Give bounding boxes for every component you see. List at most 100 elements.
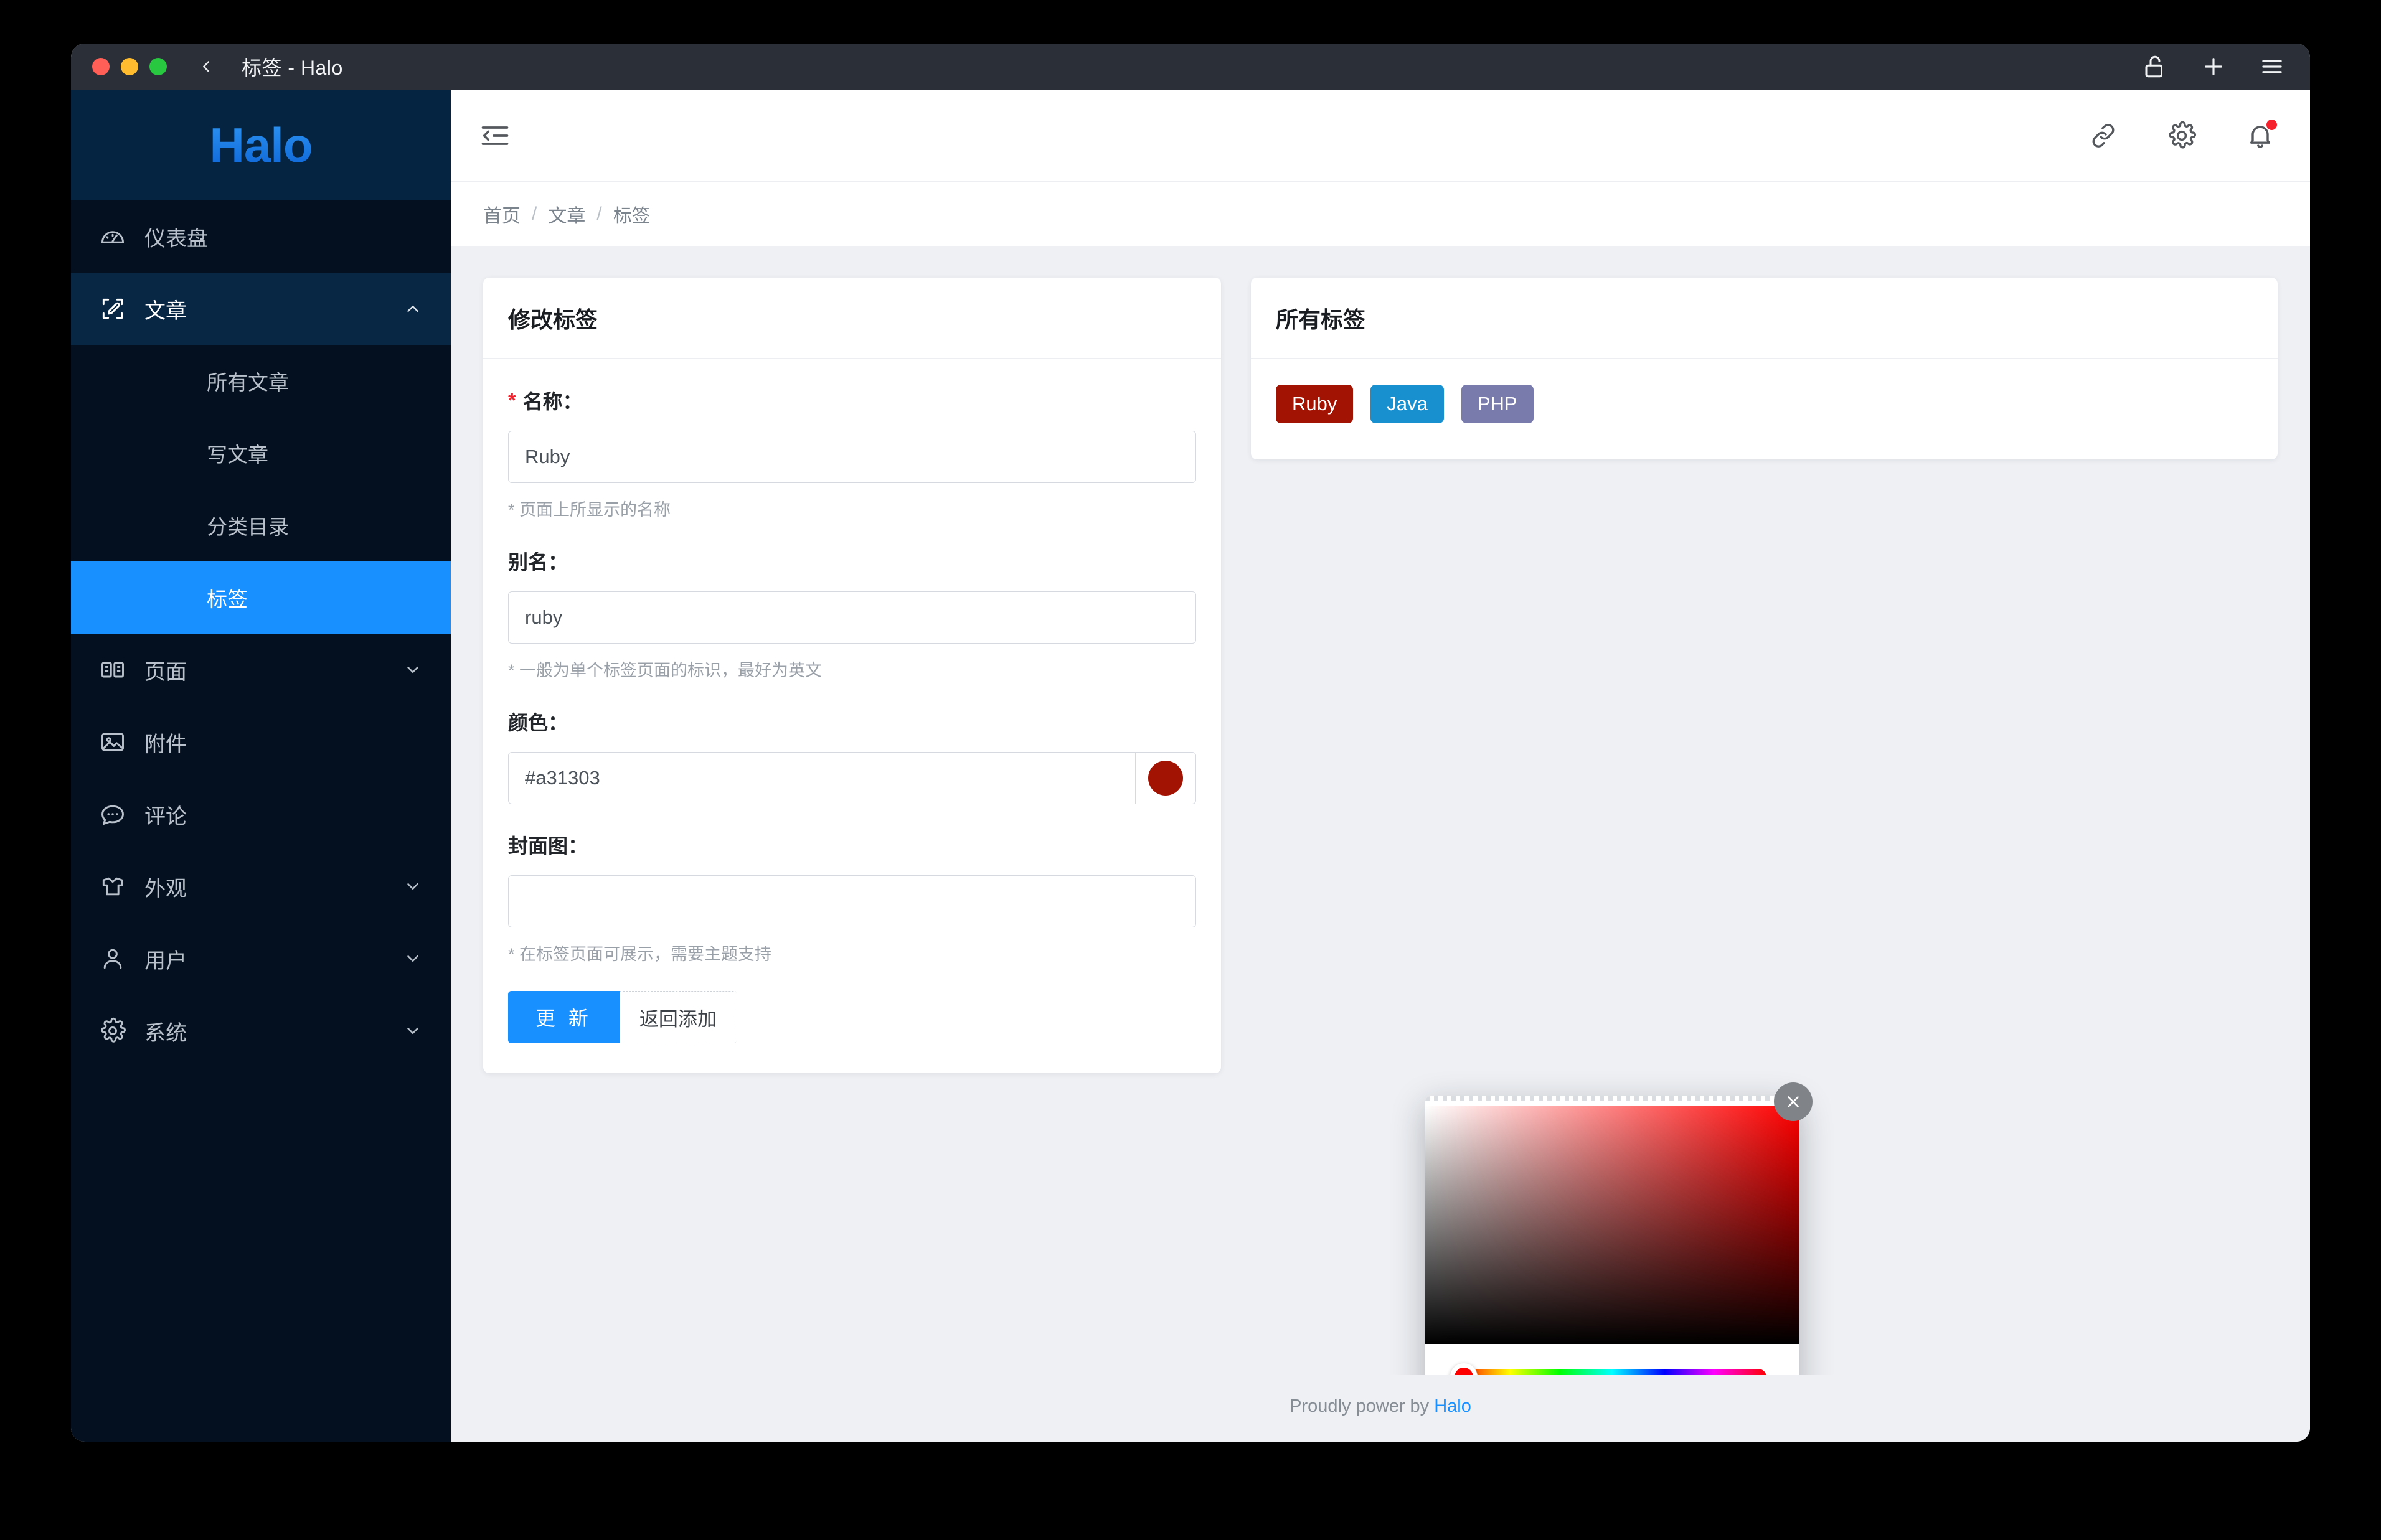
sidebar: Halo 仪表盘 文章 所有文章 写文章 分类目录 标签 页面 附件 评论 外观… bbox=[71, 90, 451, 1442]
unlock-icon[interactable] bbox=[2142, 54, 2168, 80]
sidebar-item-appearance[interactable]: 外观 bbox=[71, 850, 451, 923]
all-tags-card: 所有标签 Ruby Java PHP bbox=[1251, 278, 2278, 459]
hamburger-icon[interactable] bbox=[2259, 54, 2285, 80]
breadcrumb: 首页 / 文章 / 标签 bbox=[451, 182, 2310, 246]
picker-controls: hex bbox=[1425, 1344, 1799, 1375]
sidebar-item-attachments[interactable]: 附件 bbox=[71, 706, 451, 778]
field-name-label: * 名称： bbox=[508, 389, 583, 413]
sidebar-item-label: 仪表盘 bbox=[144, 227, 208, 251]
sidebar-subitem-label: 所有文章 bbox=[207, 371, 289, 394]
main-area: 首页 / 文章 / 标签 修改标签 * 名称： Ruby * 页面上所显示的名称… bbox=[451, 90, 2310, 1442]
sidebar-item-label: 文章 bbox=[144, 299, 187, 323]
chevron-down-icon[interactable] bbox=[402, 1020, 423, 1041]
close-icon[interactable] bbox=[1774, 1082, 1813, 1121]
update-button[interactable]: 更 新 bbox=[508, 991, 620, 1043]
sidebar-subitem-categories[interactable]: 分类目录 bbox=[71, 489, 451, 561]
sidebar-subitem-all-articles[interactable]: 所有文章 bbox=[71, 345, 451, 417]
field-name-hint: * 页面上所显示的名称 bbox=[508, 500, 671, 519]
tag-thumbnail-input[interactable] bbox=[508, 875, 1196, 927]
shirt-icon bbox=[98, 872, 127, 901]
form-actions: 更 新 返回添加 bbox=[508, 991, 1196, 1043]
tag-name-input[interactable] bbox=[508, 431, 1196, 483]
link-icon[interactable] bbox=[2086, 118, 2121, 153]
traffic-lights bbox=[92, 58, 167, 75]
breadcrumb-item-tags: 标签 bbox=[613, 205, 651, 227]
popup-dotted-edge bbox=[1425, 1096, 1799, 1106]
notification-badge bbox=[2266, 119, 2277, 130]
all-tags-card-title: 所有标签 bbox=[1251, 278, 2278, 359]
toolbar-actions bbox=[2086, 118, 2278, 153]
edit-tag-form: * 名称： * 页面上所显示的名称 别名： * 一般为单个标签页面的标识，最好为… bbox=[483, 359, 1221, 1073]
sidebar-logo[interactable]: Halo bbox=[71, 90, 451, 200]
dashboard-icon bbox=[98, 222, 127, 251]
field-slug: 别名： * 一般为单个标签页面的标识，最好为英文 bbox=[508, 547, 1196, 681]
gear-icon[interactable] bbox=[2164, 118, 2199, 153]
color-input-group bbox=[508, 752, 1196, 804]
footer-text: Proudly power by bbox=[1290, 1396, 1435, 1416]
hue-slider[interactable] bbox=[1450, 1363, 1766, 1375]
field-color: 颜色： bbox=[508, 707, 1196, 804]
sidebar-item-system[interactable]: 系统 bbox=[71, 995, 451, 1067]
field-slug-label: 别名： bbox=[508, 551, 568, 573]
tag-chip[interactable]: Ruby bbox=[1276, 385, 1354, 423]
field-thumbnail-hint: * 在标签页面可展示，需要主题支持 bbox=[508, 945, 772, 964]
field-color-label: 颜色： bbox=[508, 711, 568, 734]
breadcrumb-separator: / bbox=[596, 203, 602, 224]
sidebar-subitem-write-article[interactable]: 写文章 bbox=[71, 417, 451, 489]
field-thumbnail-label: 封面图： bbox=[508, 835, 588, 857]
color-swatch-button[interactable] bbox=[1135, 752, 1196, 804]
window-titlebar: 标签 - Halo bbox=[71, 44, 2310, 90]
gear-icon bbox=[98, 1016, 127, 1045]
sidebar-subitem-label: 分类目录 bbox=[207, 515, 289, 538]
image-icon bbox=[98, 728, 127, 756]
tag-color-input[interactable] bbox=[508, 752, 1135, 804]
field-name: * 名称： * 页面上所显示的名称 bbox=[508, 386, 1196, 520]
sidebar-item-users[interactable]: 用户 bbox=[71, 923, 451, 995]
window-actions bbox=[2142, 44, 2285, 90]
field-thumbnail: 封面图： * 在标签页面可展示，需要主题支持 bbox=[508, 830, 1196, 965]
chevron-down-icon[interactable] bbox=[402, 876, 423, 897]
window-title: 标签 - Halo bbox=[242, 57, 343, 79]
back-to-add-button[interactable]: 返回添加 bbox=[619, 991, 737, 1043]
saturation-value-panel[interactable] bbox=[1425, 1106, 1799, 1344]
breadcrumb-item-home[interactable]: 首页 bbox=[483, 200, 521, 228]
plus-icon[interactable] bbox=[2200, 54, 2227, 80]
sidebar-subitem-tags[interactable]: 标签 bbox=[71, 561, 451, 634]
sidebar-item-label: 系统 bbox=[144, 1021, 187, 1045]
tags-list: Ruby Java PHP bbox=[1251, 359, 2278, 459]
window-minimize-button[interactable] bbox=[121, 58, 138, 75]
tag-slug-input[interactable] bbox=[508, 591, 1196, 644]
user-icon bbox=[98, 944, 127, 973]
window-maximize-button[interactable] bbox=[149, 58, 167, 75]
content-area: 修改标签 * 名称： * 页面上所显示的名称 别名： bbox=[451, 246, 2310, 1375]
sidebar-item-label: 用户 bbox=[144, 949, 187, 973]
sidebar-item-label: 评论 bbox=[144, 804, 187, 829]
footer-link[interactable]: Halo bbox=[1434, 1396, 1471, 1416]
chevron-down-icon[interactable] bbox=[402, 948, 423, 969]
top-toolbar bbox=[451, 90, 2310, 182]
menu-fold-icon[interactable] bbox=[476, 116, 514, 155]
sidebar-item-dashboard[interactable]: 仪表盘 bbox=[71, 200, 451, 273]
bell-icon[interactable] bbox=[2243, 118, 2278, 153]
chevron-down-icon[interactable] bbox=[402, 659, 423, 680]
breadcrumb-separator: / bbox=[532, 203, 537, 224]
field-slug-hint: * 一般为单个标签页面的标识，最好为英文 bbox=[508, 661, 823, 680]
hue-slider-knob[interactable] bbox=[1450, 1363, 1478, 1375]
book-icon bbox=[98, 655, 127, 684]
sidebar-item-pages[interactable]: 页面 bbox=[71, 634, 451, 706]
tag-chip[interactable]: Java bbox=[1370, 385, 1444, 423]
sidebar-item-label: 外观 bbox=[144, 876, 187, 901]
sidebar-item-articles[interactable]: 文章 bbox=[71, 273, 451, 345]
article-edit-icon bbox=[98, 294, 127, 323]
chevron-left-icon[interactable] bbox=[196, 57, 217, 76]
chevron-up-icon[interactable] bbox=[402, 298, 423, 319]
color-picker-popup: hex bbox=[1425, 1082, 1813, 1375]
sidebar-item-label: 页面 bbox=[144, 660, 187, 684]
edit-tag-card-title: 修改标签 bbox=[483, 278, 1221, 359]
sidebar-item-comments[interactable]: 评论 bbox=[71, 778, 451, 850]
tag-chip[interactable]: PHP bbox=[1461, 385, 1534, 423]
breadcrumb-item-articles[interactable]: 文章 bbox=[548, 200, 585, 228]
edit-tag-card: 修改标签 * 名称： * 页面上所显示的名称 别名： bbox=[483, 278, 1221, 1073]
window-close-button[interactable] bbox=[92, 58, 110, 75]
required-marker: * bbox=[508, 389, 516, 411]
